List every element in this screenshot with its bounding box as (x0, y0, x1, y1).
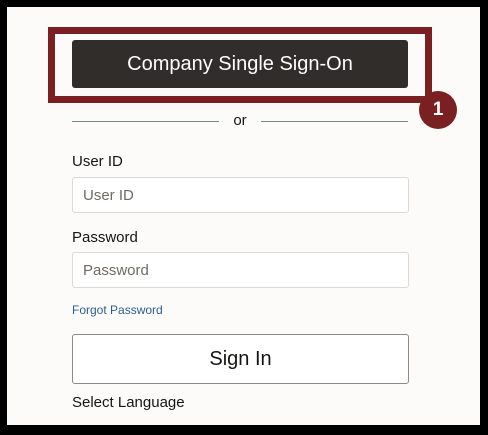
password-input[interactable] (72, 252, 409, 288)
sign-in-button[interactable]: Sign In (72, 334, 409, 384)
select-language-label: Select Language (72, 394, 185, 411)
login-panel: Company Single Sign-On 1 or User ID Pass… (7, 7, 480, 425)
password-label: Password (72, 229, 138, 246)
callout-number-badge: 1 (419, 91, 457, 129)
divider-line-right (260, 120, 408, 122)
user-id-input[interactable] (72, 177, 409, 213)
or-divider: or (72, 113, 408, 129)
screenshot-frame: Company Single Sign-On 1 or User ID Pass… (0, 0, 488, 435)
company-sso-button[interactable]: Company Single Sign-On (72, 40, 408, 88)
divider-or-text: or (233, 112, 247, 129)
user-id-label: User ID (72, 153, 123, 170)
forgot-password-link[interactable]: Forgot Password (72, 303, 163, 317)
divider-line-left (72, 120, 220, 122)
